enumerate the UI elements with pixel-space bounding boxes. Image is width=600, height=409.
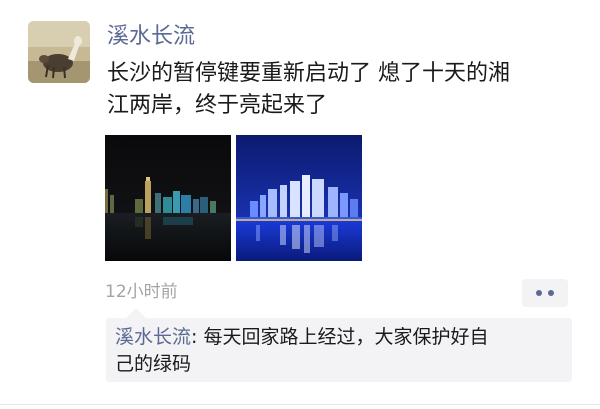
more-dots-icon (548, 290, 554, 296)
avatar[interactable] (28, 21, 90, 83)
comment-item[interactable]: 溪水长流: 每天回家路上经过，大家保护好自 己的绿码 (115, 324, 565, 378)
divider (0, 404, 600, 405)
post-timestamp: 12小时前 (105, 282, 178, 302)
comment-line: 溪水长流: 每天回家路上经过，大家保护好自 (115, 324, 565, 351)
comment-author[interactable]: 溪水长流 (115, 326, 191, 348)
more-actions-button[interactable] (522, 279, 568, 307)
night-skyline-image (105, 135, 231, 261)
moments-post: 溪水长流 长沙的暂停键要重新启动了 熄了十天的湘 江两岸，终于亮起来了 12小时… (0, 0, 600, 409)
comment-separator: : (191, 326, 204, 348)
post-content-line: 江两岸，终于亮起来了 (107, 93, 328, 118)
post-photo-2[interactable] (236, 135, 362, 261)
post-content-line: 长沙的暂停键要重新启动了 熄了十天的湘 (107, 61, 510, 86)
post-photo-1[interactable] (105, 135, 231, 261)
post-content: 长沙的暂停键要重新启动了 熄了十天的湘 江两岸，终于亮起来了 (107, 58, 587, 122)
avatar-image (28, 21, 90, 83)
comments-panel: 溪水长流: 每天回家路上经过，大家保护好自 己的绿码 (106, 308, 572, 382)
blue-lit-skyline-image (236, 135, 362, 261)
more-dots-icon (536, 290, 542, 296)
post-author-name[interactable]: 溪水长流 (107, 22, 195, 52)
comment-body: 每天回家路上经过，大家保护好自 (203, 326, 489, 348)
comment-line: 己的绿码 (115, 353, 192, 375)
